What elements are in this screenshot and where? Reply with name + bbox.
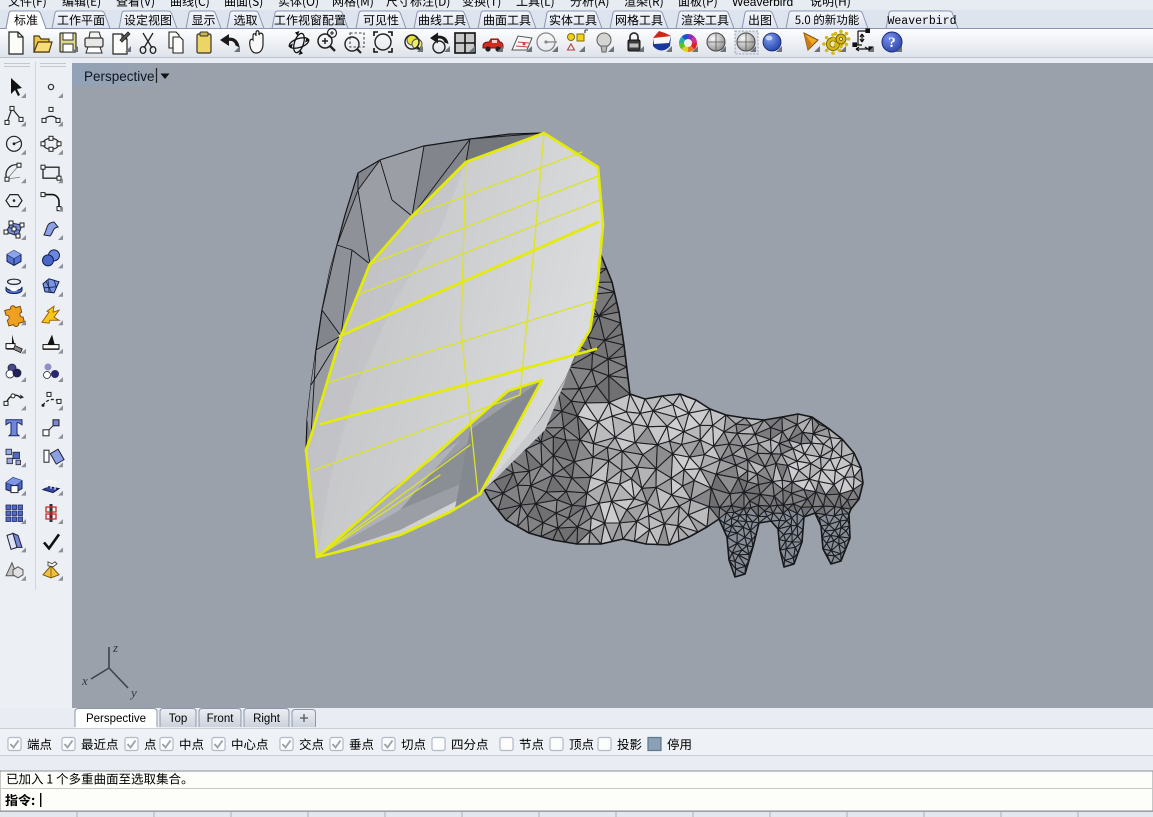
svg-text:Weaverbird: Weaverbird [732, 0, 793, 9]
svg-text:?: ? [888, 35, 896, 51]
svg-text:z: z [112, 640, 118, 655]
svg-text:y: y [129, 685, 137, 700]
svg-text:Front: Front [207, 713, 235, 725]
svg-text:x: x [81, 673, 88, 688]
svg-text:Top: Top [169, 713, 188, 725]
svg-text:Perspective: Perspective [84, 69, 155, 84]
svg-text:Perspective: Perspective [86, 713, 146, 725]
svg-text:Weaverbird: Weaverbird [887, 15, 956, 28]
svg-text:Right: Right [253, 713, 281, 725]
